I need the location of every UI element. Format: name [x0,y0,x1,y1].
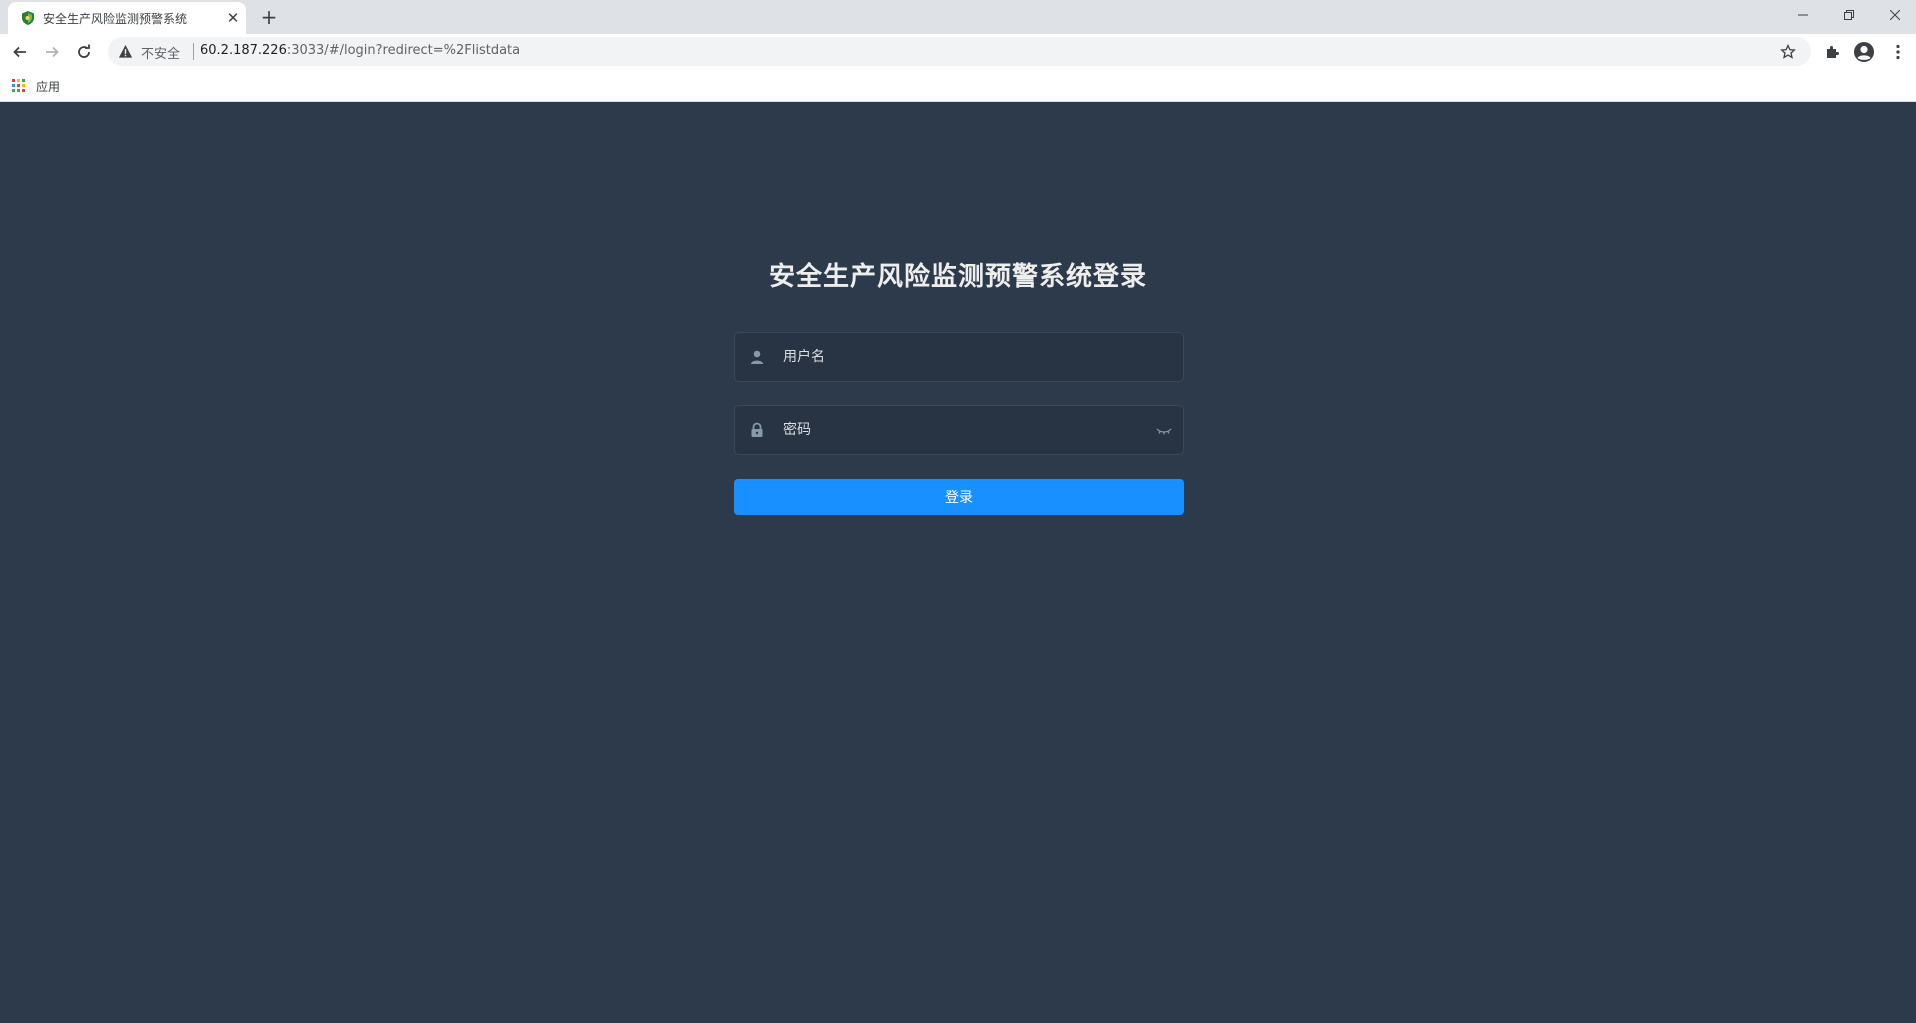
account-icon [1854,42,1874,62]
forward-button[interactable] [38,38,66,66]
password-input[interactable] [783,406,1143,454]
user-icon [751,350,763,364]
minimize-icon [1798,14,1808,16]
tab-strip: 安全生产风险监测预警系统 ✕ + [0,0,1916,34]
page-title: 安全生产风险监测预警系统登录 [768,262,1147,292]
close-window-button[interactable] [1872,2,1916,28]
security-status[interactable]: 不安全 [141,43,180,62]
apps-label: 应用 [36,79,61,94]
url-host: 60.2.187.226 [200,43,287,58]
extensions-button[interactable] [1819,38,1847,66]
password-field[interactable] [734,405,1184,455]
username-field[interactable] [734,332,1184,382]
browser-menu-button[interactable] [1884,38,1912,66]
browser-chrome: 安全生产风险监测预警系统 ✕ + 不安全 60.2.187.226:3033/#… [0,0,1916,102]
login-page: 安全生产风险监测预警系统登录 登录 [0,102,1916,1023]
minimize-button[interactable] [1780,2,1826,28]
lock-icon [751,422,763,437]
apps-shortcut[interactable]: 应用 [12,76,60,96]
warning-icon[interactable] [118,44,133,59]
new-tab-button[interactable]: + [258,6,280,28]
restore-button[interactable] [1826,2,1872,28]
profile-button[interactable] [1850,38,1878,66]
browser-tab[interactable]: 安全生产风险监测预警系统 ✕ [8,2,246,34]
star-icon [1780,44,1796,59]
browser-toolbar: 不安全 60.2.187.226:3033/#/login?redirect=%… [0,34,1916,70]
puzzle-icon [1827,46,1839,58]
username-input[interactable] [783,333,1143,381]
back-button[interactable] [6,38,34,66]
more-vertical-icon [1896,44,1900,60]
reload-button[interactable] [70,38,98,66]
shield-icon [22,11,34,25]
close-tab-icon[interactable]: ✕ [224,9,242,27]
apps-grid-icon [12,79,26,93]
login-button[interactable]: 登录 [734,479,1184,515]
bookmark-star-button[interactable] [1778,42,1798,62]
arrow-left-icon [13,46,26,58]
url-text[interactable]: 60.2.187.226:3033/#/login?redirect=%2Fli… [200,43,520,58]
address-bar[interactable]: 不安全 60.2.187.226:3033/#/login?redirect=%… [108,37,1811,66]
url-path: :3033/#/login?redirect=%2Flistdata [286,43,521,58]
address-separator [193,43,194,60]
bookmarks-bar: 应用 [0,70,1916,102]
tab-title: 安全生产风险监测预警系统 [43,12,188,26]
reload-icon [78,44,90,58]
restore-icon [1844,10,1854,20]
eye-closed-icon[interactable] [1155,422,1173,438]
close-icon [1890,10,1900,20]
arrow-right-icon [46,46,59,58]
